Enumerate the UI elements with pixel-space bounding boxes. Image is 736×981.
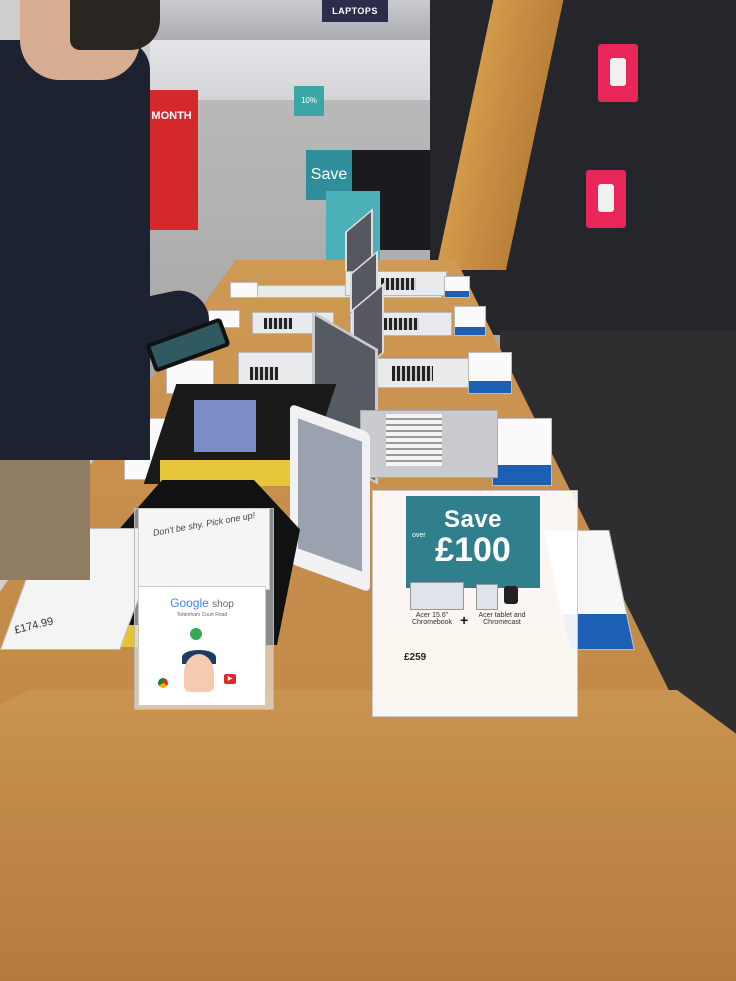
white-tablet[interactable] (290, 403, 370, 593)
save-heading: Save (443, 506, 503, 533)
avatar (184, 654, 214, 692)
google-play-icon (190, 628, 202, 640)
price-tag (230, 282, 258, 298)
plus-icon: + (460, 612, 469, 628)
price-tag (492, 418, 552, 486)
save-promo-banner: Save over £100 (406, 496, 540, 588)
chromecast-icon (504, 586, 518, 604)
leaflet-back[interactable]: Don't be shy. Pick one up! (138, 508, 270, 590)
display-laptop[interactable] (238, 306, 320, 386)
price-tag (468, 352, 512, 394)
leaflet-location: Tottenham Court Road (176, 612, 228, 618)
white-tablet-screen[interactable] (298, 418, 362, 572)
wall-device-icon (610, 58, 626, 86)
chromebook-icon (410, 582, 464, 610)
tablet-icon (476, 584, 498, 610)
tablet-screen[interactable] (194, 400, 256, 452)
shopper-body (0, 40, 150, 460)
save-amount: £100 (435, 531, 511, 569)
pink-wall-display (598, 44, 638, 102)
large-laptop-keyboard[interactable] (386, 414, 442, 466)
wall-device-icon (598, 184, 614, 212)
chrome-icon (158, 678, 168, 688)
leaflet-handwritten-text: Don't be shy. Pick one up! (152, 510, 256, 538)
price-tag (454, 306, 486, 336)
shop-word: shop (212, 599, 234, 610)
teal-promo-small-sign: 10% (294, 86, 324, 116)
google-shop-logo: Google shop (150, 596, 254, 610)
google-wordmark: Google (170, 596, 209, 610)
pink-wall-display (586, 170, 626, 228)
product-b-label: Acer tablet and Chromecast (478, 612, 526, 626)
price-tag (444, 276, 470, 298)
youtube-icon: ▶ (224, 674, 236, 684)
laptops-department-sign: LAPTOPS (322, 0, 388, 22)
product-a-label: Acer 15.6" Chromebook (411, 612, 453, 626)
bundle-price: £259 (404, 652, 427, 663)
table-front-edge (0, 690, 736, 981)
shopper-legs (0, 460, 90, 580)
shopper-hair (70, 0, 160, 50)
